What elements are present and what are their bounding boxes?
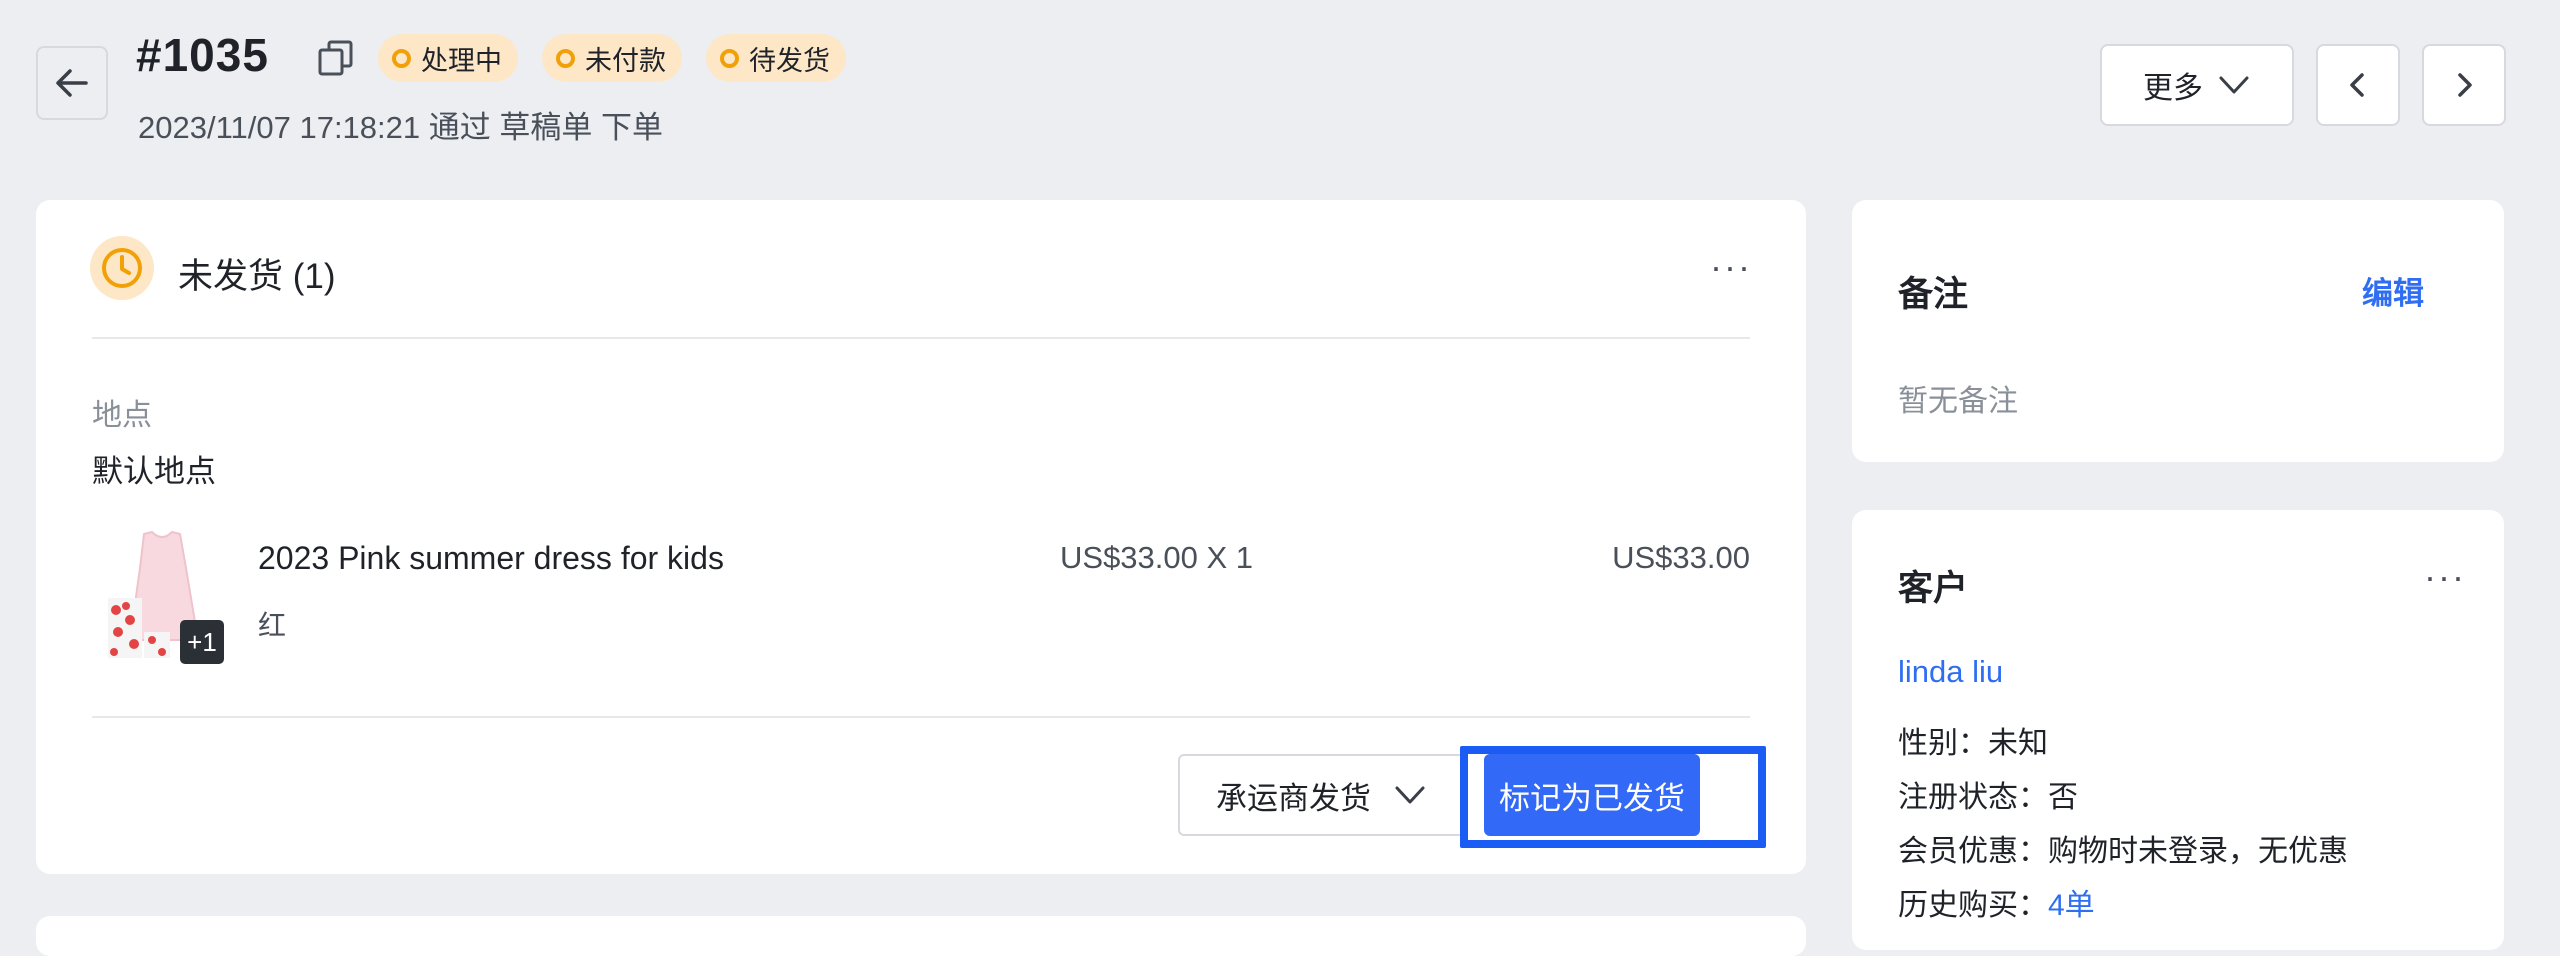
member-value: 购物时未登录，无优惠: [2048, 835, 2348, 868]
chevron-left-icon: [2350, 73, 2364, 97]
mark-as-shipped-button[interactable]: 标记为已发货: [1484, 754, 1700, 836]
member-label: 会员优惠：: [1898, 835, 2048, 868]
product-variant: 红: [258, 610, 287, 641]
status-badge-processing: 处理中: [378, 34, 518, 82]
location-value: 默认地点: [92, 454, 216, 489]
carrier-ship-label: 承运商发货: [1216, 780, 1371, 816]
customer-registered: 注册状态：否: [1898, 772, 2078, 816]
edit-notes-link[interactable]: 编辑: [2362, 268, 2424, 313]
product-name[interactable]: 2023 Pink summer dress for kids: [258, 540, 724, 577]
order-number: #1035: [136, 29, 269, 81]
status-badge-unpaid: 未付款: [542, 34, 682, 82]
previous-order-button[interactable]: [2316, 44, 2400, 126]
status-dot-icon: [392, 48, 411, 68]
registered-label: 注册状态：: [1898, 781, 2048, 814]
customer-gender: 性别：未知: [1898, 718, 2048, 762]
history-orders-link[interactable]: 4单: [2048, 889, 2095, 922]
chevron-down-icon: [1395, 786, 1425, 804]
registered-value: 否: [2048, 781, 2078, 814]
customer-member-discount: 会员优惠：购物时未登录，无优惠: [1898, 826, 2348, 870]
back-button[interactable]: [36, 46, 108, 120]
status-badge-unshipped: 待发货: [706, 34, 846, 82]
status-dot-icon: [556, 48, 575, 68]
customer-title: 客户: [1898, 569, 1969, 608]
notes-empty-text: 暂无备注: [1898, 385, 2018, 418]
gender-label: 性别：: [1898, 727, 1988, 760]
fulfillment-title: 未发货 (1): [178, 257, 336, 296]
customer-name-link[interactable]: linda liu: [1898, 654, 2003, 690]
order-created-info: 2023/11/07 17:18:21 通过 草稿单 下单: [138, 110, 663, 145]
extra-image-count: +1: [180, 620, 224, 664]
divider: [92, 337, 1750, 339]
status-dot-icon: [720, 48, 739, 68]
carrier-ship-dropdown[interactable]: 承运商发货: [1178, 754, 1468, 836]
customer-more-actions-icon[interactable]: ···: [2424, 556, 2466, 598]
clock-icon: [90, 236, 154, 300]
unit-price-quantity: US$33.00 X 1: [1060, 540, 1254, 575]
chevron-down-icon: [2219, 76, 2249, 94]
badge-label: 未付款: [585, 45, 666, 76]
divider: [92, 716, 1750, 718]
notes-title: 备注: [1898, 275, 1969, 314]
location-label: 地点: [92, 399, 152, 432]
history-label: 历史购买：: [1898, 889, 2048, 922]
line-total: US$33.00: [1612, 540, 1750, 575]
gender-value: 未知: [1988, 727, 2048, 760]
more-dropdown-button[interactable]: 更多: [2100, 44, 2294, 126]
copy-icon[interactable]: [316, 38, 356, 78]
badge-label: 处理中: [421, 45, 502, 76]
arrow-left-icon: [56, 69, 88, 97]
more-label: 更多: [2143, 72, 2203, 105]
badge-label: 待发货: [749, 45, 830, 76]
notes-card: [1852, 200, 2504, 462]
next-order-button[interactable]: [2422, 44, 2506, 126]
chevron-right-icon: [2458, 73, 2472, 97]
more-actions-icon[interactable]: ···: [1710, 246, 1752, 288]
next-card: [36, 916, 1806, 956]
customer-purchase-history: 历史购买：4单: [1898, 880, 2095, 924]
